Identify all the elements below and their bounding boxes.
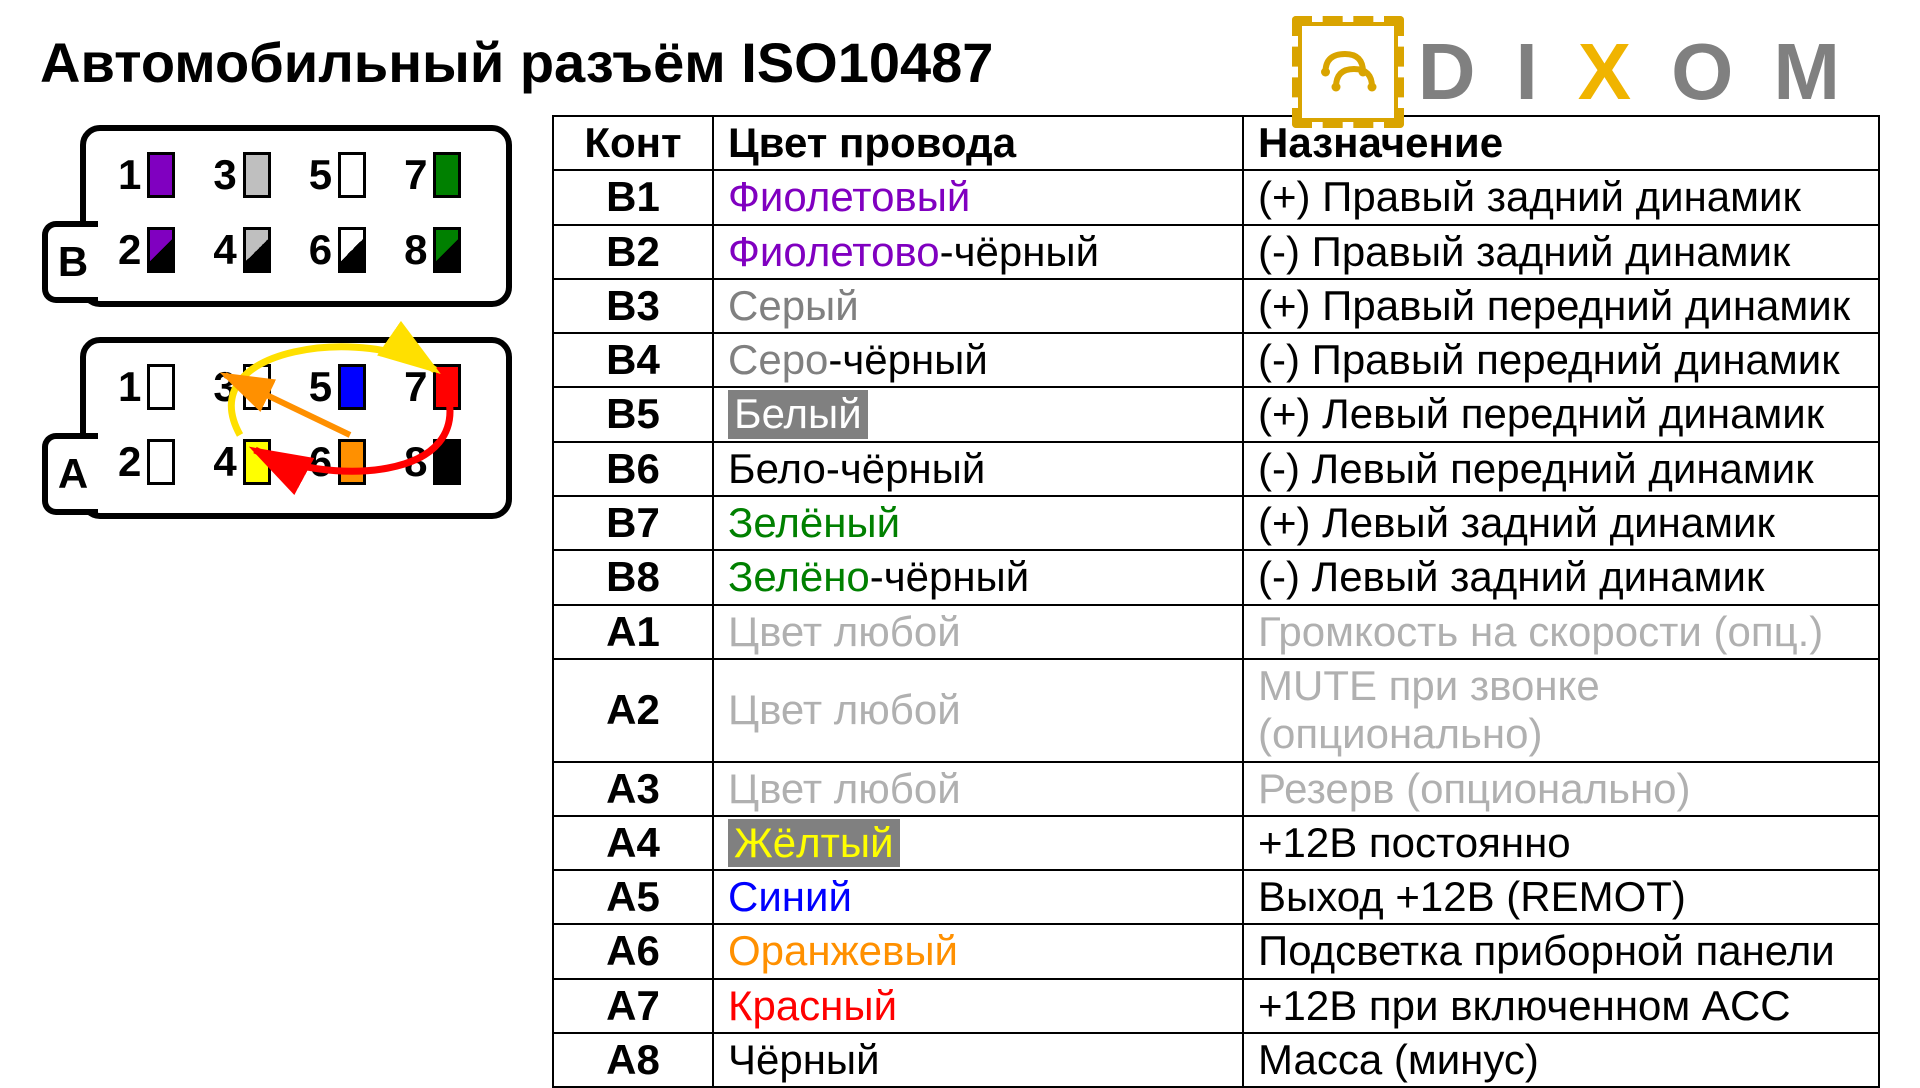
- cell-color: Синий: [713, 870, 1243, 924]
- pin-A4: 4: [213, 438, 270, 486]
- pin-A8: 8: [404, 438, 461, 486]
- table-row: B3Серый(+) Правый передний динамик: [553, 279, 1879, 333]
- cell-pin: B3: [553, 279, 713, 333]
- pin-B3: 3: [213, 151, 270, 199]
- connector-block-A: A13572468: [80, 337, 512, 519]
- cell-fn: (+) Левый задний динамик: [1243, 496, 1879, 550]
- th-pin: Конт: [553, 116, 713, 170]
- table-row: B1Фиолетовый(+) Правый задний динамик: [553, 170, 1879, 224]
- cell-fn: MUTE при звонке (опционально): [1243, 659, 1879, 762]
- table-row: B2Фиолетово-чёрный(-) Правый задний дина…: [553, 225, 1879, 279]
- table-row: A7Красный+12В при включенном ACC: [553, 979, 1879, 1033]
- cell-fn: Выход +12В (REMOT): [1243, 870, 1879, 924]
- pin-A3: 3: [213, 363, 270, 411]
- cell-pin: A3: [553, 762, 713, 816]
- cell-color: Фиолетовый: [713, 170, 1243, 224]
- cell-color: Цвет любой: [713, 762, 1243, 816]
- cell-color: Цвет любой: [713, 659, 1243, 762]
- cell-pin: A8: [553, 1033, 713, 1087]
- pin-A7: 7: [404, 363, 461, 411]
- block-label: A: [42, 433, 98, 515]
- pin-B7: 7: [404, 151, 461, 199]
- cell-fn: (-) Правый задний динамик: [1243, 225, 1879, 279]
- cell-fn: (+) Правый задний динамик: [1243, 170, 1879, 224]
- pin-B8: 8: [404, 226, 461, 274]
- cell-color: Красный: [713, 979, 1243, 1033]
- pin-A6: 6: [309, 438, 366, 486]
- table-row: A2Цвет любойMUTE при звонке (опционально…: [553, 659, 1879, 762]
- cell-pin: A4: [553, 816, 713, 870]
- connector-diagram: B13572468A13572468: [40, 125, 512, 519]
- logo-letter: X: [1578, 26, 1651, 118]
- cell-fn: (-) Левый передний динамик: [1243, 442, 1879, 496]
- cell-color: Цвет любой: [713, 605, 1243, 659]
- pin-B4: 4: [213, 226, 270, 274]
- cell-fn: (-) Левый задний динамик: [1243, 550, 1879, 604]
- pin-A5: 5: [309, 363, 366, 411]
- cell-pin: A7: [553, 979, 713, 1033]
- cell-pin: A5: [553, 870, 713, 924]
- logo-letter: D: [1418, 26, 1496, 118]
- cell-pin: B4: [553, 333, 713, 387]
- table-row: B6Бело-чёрный(-) Левый передний динамик: [553, 442, 1879, 496]
- cell-pin: A2: [553, 659, 713, 762]
- pin-A1: 1: [118, 363, 175, 411]
- cell-color: Белый: [713, 387, 1243, 441]
- table-row: A6ОранжевыйПодсветка приборной панели: [553, 924, 1879, 978]
- pin-B5: 5: [309, 151, 366, 199]
- block-label: B: [42, 221, 98, 303]
- cell-fn: Резерв (опционально): [1243, 762, 1879, 816]
- cell-color: Бело-чёрный: [713, 442, 1243, 496]
- cell-fn: Громкость на скорости (опц.): [1243, 605, 1879, 659]
- cell-color: Серо-чёрный: [713, 333, 1243, 387]
- logo-letter: O: [1671, 26, 1753, 118]
- cell-pin: A6: [553, 924, 713, 978]
- cell-color: Фиолетово-чёрный: [713, 225, 1243, 279]
- cell-color: Оранжевый: [713, 924, 1243, 978]
- table-row: B8Зелёно-чёрный(-) Левый задний динамик: [553, 550, 1879, 604]
- table-row: A4Жёлтый+12В постоянно: [553, 816, 1879, 870]
- cell-pin: B7: [553, 496, 713, 550]
- connector-block-B: B13572468: [80, 125, 512, 307]
- cell-color: Жёлтый: [713, 816, 1243, 870]
- pin-B6: 6: [309, 226, 366, 274]
- cell-pin: B1: [553, 170, 713, 224]
- table-row: A3Цвет любойРезерв (опционально): [553, 762, 1879, 816]
- cell-color: Серый: [713, 279, 1243, 333]
- cell-fn: (+) Левый передний динамик: [1243, 387, 1879, 441]
- th-color: Цвет провода: [713, 116, 1243, 170]
- cell-fn: +12В при включенном ACC: [1243, 979, 1879, 1033]
- cell-fn: (-) Правый передний динамик: [1243, 333, 1879, 387]
- chip-icon: [1298, 22, 1398, 122]
- pin-B2: 2: [118, 226, 175, 274]
- pin-B1: 1: [118, 151, 175, 199]
- cell-fn: Масса (минус): [1243, 1033, 1879, 1087]
- logo-letter: M: [1773, 26, 1860, 118]
- cell-pin: A1: [553, 605, 713, 659]
- cell-pin: B2: [553, 225, 713, 279]
- cell-color: Чёрный: [713, 1033, 1243, 1087]
- cell-fn: Подсветка приборной панели: [1243, 924, 1879, 978]
- table-row: B4Серо-чёрный(-) Правый передний динамик: [553, 333, 1879, 387]
- cell-pin: B5: [553, 387, 713, 441]
- cell-pin: B8: [553, 550, 713, 604]
- cell-fn: +12В постоянно: [1243, 816, 1879, 870]
- table-row: A1Цвет любойГромкость на скорости (опц.): [553, 605, 1879, 659]
- table-row: A5СинийВыход +12В (REMOT): [553, 870, 1879, 924]
- cell-pin: B6: [553, 442, 713, 496]
- cell-fn: (+) Правый передний динамик: [1243, 279, 1879, 333]
- logo-letter: I: [1516, 26, 1558, 118]
- table-row: A8ЧёрныйМасса (минус): [553, 1033, 1879, 1087]
- brand-logo: D I X O M: [1298, 22, 1860, 122]
- table-row: B5Белый(+) Левый передний динамик: [553, 387, 1879, 441]
- table-row: B7Зелёный(+) Левый задний динамик: [553, 496, 1879, 550]
- pinout-table: Конт Цвет провода Назначение B1Фиолетовы…: [552, 115, 1880, 1088]
- pin-A2: 2: [118, 438, 175, 486]
- th-fn: Назначение: [1243, 116, 1879, 170]
- cell-color: Зелёно-чёрный: [713, 550, 1243, 604]
- cell-color: Зелёный: [713, 496, 1243, 550]
